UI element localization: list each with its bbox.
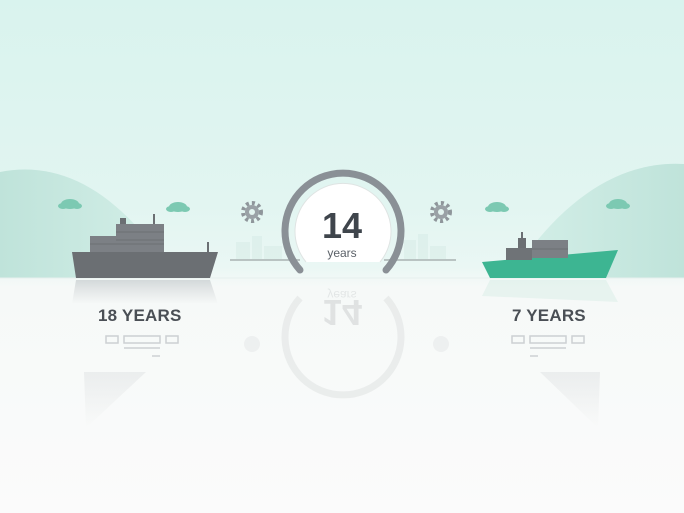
center-unit-reflection: years <box>327 288 357 302</box>
gear-icon <box>241 201 263 223</box>
left-ship-label: 18 YEARS <box>98 306 182 325</box>
container-stack-icon <box>105 335 179 357</box>
gear-icon <box>430 201 452 223</box>
infographic-scene: 14 years 14 years 18 YEARS 7 YEARS <box>0 0 684 513</box>
center-value: 14 <box>321 205 363 246</box>
right-ship-label: 7 YEARS <box>512 306 586 325</box>
center-unit: years <box>327 246 357 260</box>
container-stack-icon <box>511 335 585 357</box>
